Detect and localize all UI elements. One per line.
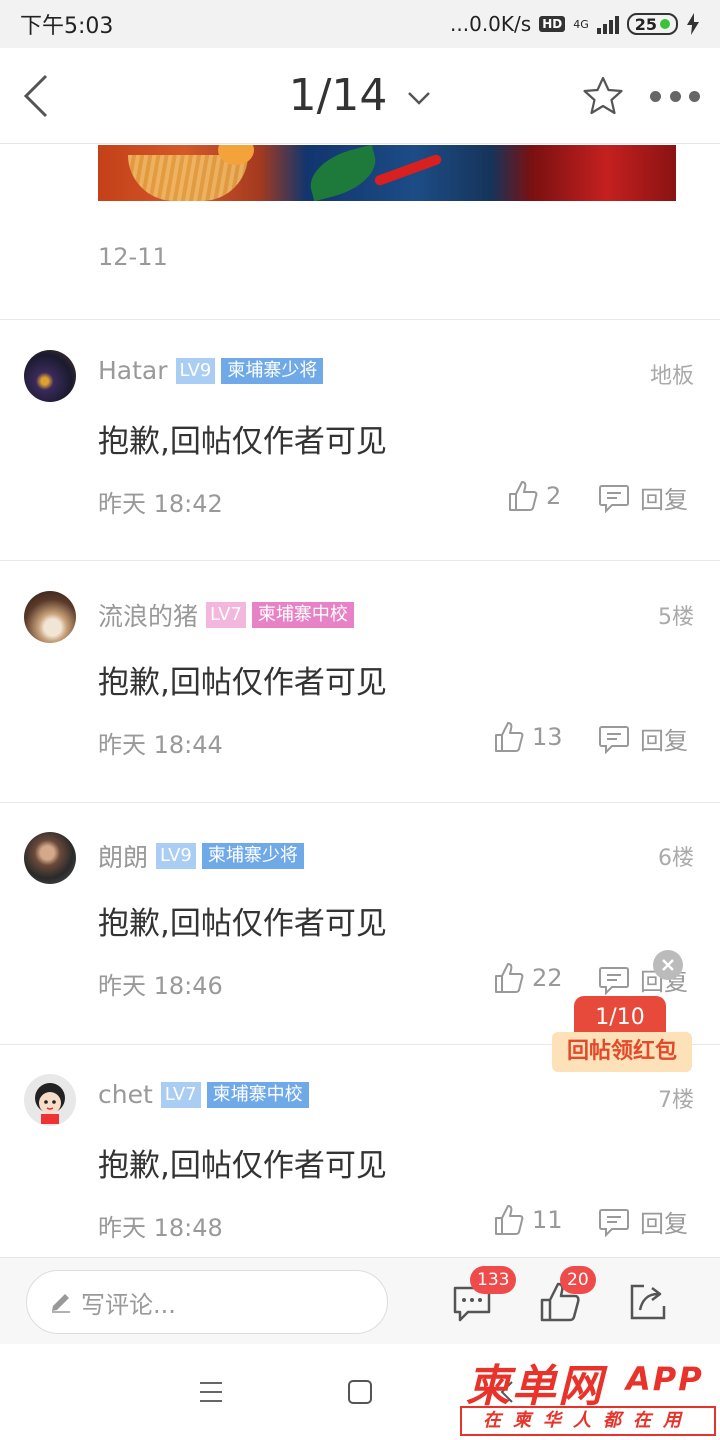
watermark-logo: 柬单网 APP 在柬华人都在用: [460, 1350, 718, 1438]
like-count-badge: 20: [560, 1266, 596, 1294]
like-count: 22: [532, 964, 563, 992]
watermark-brand: 柬单网: [466, 1361, 604, 1412]
more-options-button[interactable]: [650, 84, 700, 108]
watermark-slogan: 在柬华人都在用: [460, 1406, 716, 1436]
comment-text: 抱歉,回帖仅作者可见: [98, 665, 387, 701]
avatar[interactable]: [24, 350, 76, 402]
share-icon: [630, 1284, 666, 1320]
close-icon: [662, 959, 674, 971]
bottom-action-bar: 写评论... 133 20: [0, 1257, 720, 1344]
rank-badge: 柬埔寨中校: [206, 1081, 309, 1108]
comment-icon: [599, 966, 629, 995]
comment-text: 抱歉,回帖仅作者可见: [98, 1148, 387, 1184]
comment-header: chet LV7 柬埔寨中校: [98, 1080, 309, 1109]
share-button[interactable]: [626, 1280, 670, 1324]
floor-label: 地板: [649, 364, 694, 389]
comment-item: 流浪的猪 LV7 柬埔寨中校 5楼 抱歉,回帖仅作者可见 昨天 18:44 13…: [0, 561, 720, 801]
floor-label: 5楼: [658, 605, 694, 630]
comment-username[interactable]: chet: [98, 1080, 153, 1109]
net-speed: ...0.0K/s: [450, 12, 532, 36]
reply-button[interactable]: 回复: [598, 721, 688, 756]
comment-text: 抱歉,回帖仅作者可见: [98, 424, 387, 460]
charging-icon: [687, 13, 699, 35]
red-packet-label: 回帖领红包: [552, 1032, 692, 1072]
level-badge: LV9: [156, 843, 196, 869]
like-count: 13: [532, 723, 563, 751]
menu-nav-button[interactable]: [200, 1382, 222, 1402]
comment-header: 流浪的猪 LV7 柬埔寨中校: [98, 597, 354, 633]
nav-bar: 1/14: [0, 48, 720, 144]
like-button[interactable]: 13: [494, 721, 563, 753]
comment-time: 昨天 18:44: [98, 731, 223, 759]
close-promo-button[interactable]: [653, 950, 683, 980]
reply-label: 回复: [640, 727, 688, 755]
comment-placeholder: 写评论...: [81, 1290, 176, 1319]
rank-badge: 柬埔寨少将: [201, 843, 304, 869]
like-button[interactable]: 11: [494, 1204, 563, 1236]
thumbs-up-icon: [495, 1205, 524, 1235]
cartoon-avatar-icon: [35, 1083, 65, 1124]
comment-username[interactable]: Hatar: [98, 356, 168, 385]
red-packet-promo[interactable]: 1/10 回帖领红包: [552, 950, 692, 1076]
like-count: 11: [532, 1206, 563, 1234]
level-badge: LV7: [160, 1081, 201, 1108]
pencil-icon: [52, 1294, 70, 1313]
battery-icon: 25: [626, 13, 678, 35]
like-button[interactable]: 2: [508, 480, 561, 512]
comment-username[interactable]: 朗朗: [98, 838, 148, 874]
comment-icon: [599, 1208, 629, 1237]
like-button[interactable]: 22: [494, 962, 563, 994]
rank-badge: 柬埔寨中校: [251, 602, 354, 628]
network-type: 4G: [573, 17, 589, 31]
post-banner-image: [98, 145, 676, 201]
chevron-down-icon: [408, 92, 431, 105]
watermark-app: APP: [626, 1360, 704, 1398]
page-indicator: 1/14: [288, 70, 388, 121]
reply-button[interactable]: 回复: [598, 1204, 688, 1239]
red-packet-progress: 1/10: [574, 996, 666, 1036]
home-nav-button[interactable]: [348, 1380, 372, 1404]
level-badge: LV7: [206, 602, 246, 628]
status-time: 下午5:03: [20, 14, 114, 39]
comment-time: 昨天 18:42: [98, 490, 223, 518]
comment-time: 昨天 18:46: [98, 972, 223, 1000]
star-icon: [583, 76, 623, 115]
comment-text: 抱歉,回帖仅作者可见: [98, 906, 387, 942]
post-date: 12-11: [98, 243, 168, 271]
comment-input[interactable]: 写评论...: [26, 1270, 388, 1334]
comment-count-badge: 133: [470, 1266, 517, 1294]
avatar[interactable]: [24, 591, 76, 643]
post-content[interactable]: 12-11 Hatar LV9 柬埔寨少将 地板 抱歉,回帖仅作者可见 昨天 1…: [0, 145, 720, 1257]
rank-badge: 柬埔寨少将: [221, 357, 324, 384]
status-indicators: ...0.0K/s HD 4G 25: [450, 12, 700, 36]
comment-time: 昨天 18:48: [98, 1214, 223, 1242]
thumbs-up-icon: [509, 481, 538, 511]
reply-label: 回复: [640, 1210, 688, 1238]
avatar[interactable]: [24, 1074, 76, 1126]
floor-label: 6楼: [658, 846, 694, 871]
comment-item: Hatar LV9 柬埔寨少将 地板 抱歉,回帖仅作者可见 昨天 18:42 2…: [0, 320, 720, 560]
comment-icon: [599, 484, 629, 513]
battery-level: 25: [634, 14, 657, 34]
comment-icon: [599, 725, 629, 754]
status-bar: 下午5:03 ...0.0K/s HD 4G 25: [0, 0, 720, 48]
thumbs-up-icon: [495, 963, 524, 993]
like-post-button[interactable]: 20: [538, 1266, 596, 1324]
like-count: 2: [546, 482, 562, 510]
comment-header: 朗朗 LV9 柬埔寨少将: [98, 838, 304, 874]
floor-label: 7楼: [658, 1088, 694, 1113]
reply-button[interactable]: 回复: [598, 480, 688, 515]
avatar[interactable]: [24, 832, 76, 884]
thumbs-up-icon: [495, 722, 524, 752]
comments-button[interactable]: 133: [450, 1266, 517, 1324]
comment-username[interactable]: 流浪的猪: [98, 597, 198, 633]
signal-icon: [596, 14, 619, 34]
more-dot-icon: [650, 90, 661, 102]
comment-header: Hatar LV9 柬埔寨少将: [98, 356, 324, 385]
favorite-button[interactable]: [582, 76, 624, 116]
reply-label: 回复: [640, 486, 688, 514]
level-badge: LV9: [175, 357, 216, 384]
hd-badge: HD: [539, 16, 566, 32]
